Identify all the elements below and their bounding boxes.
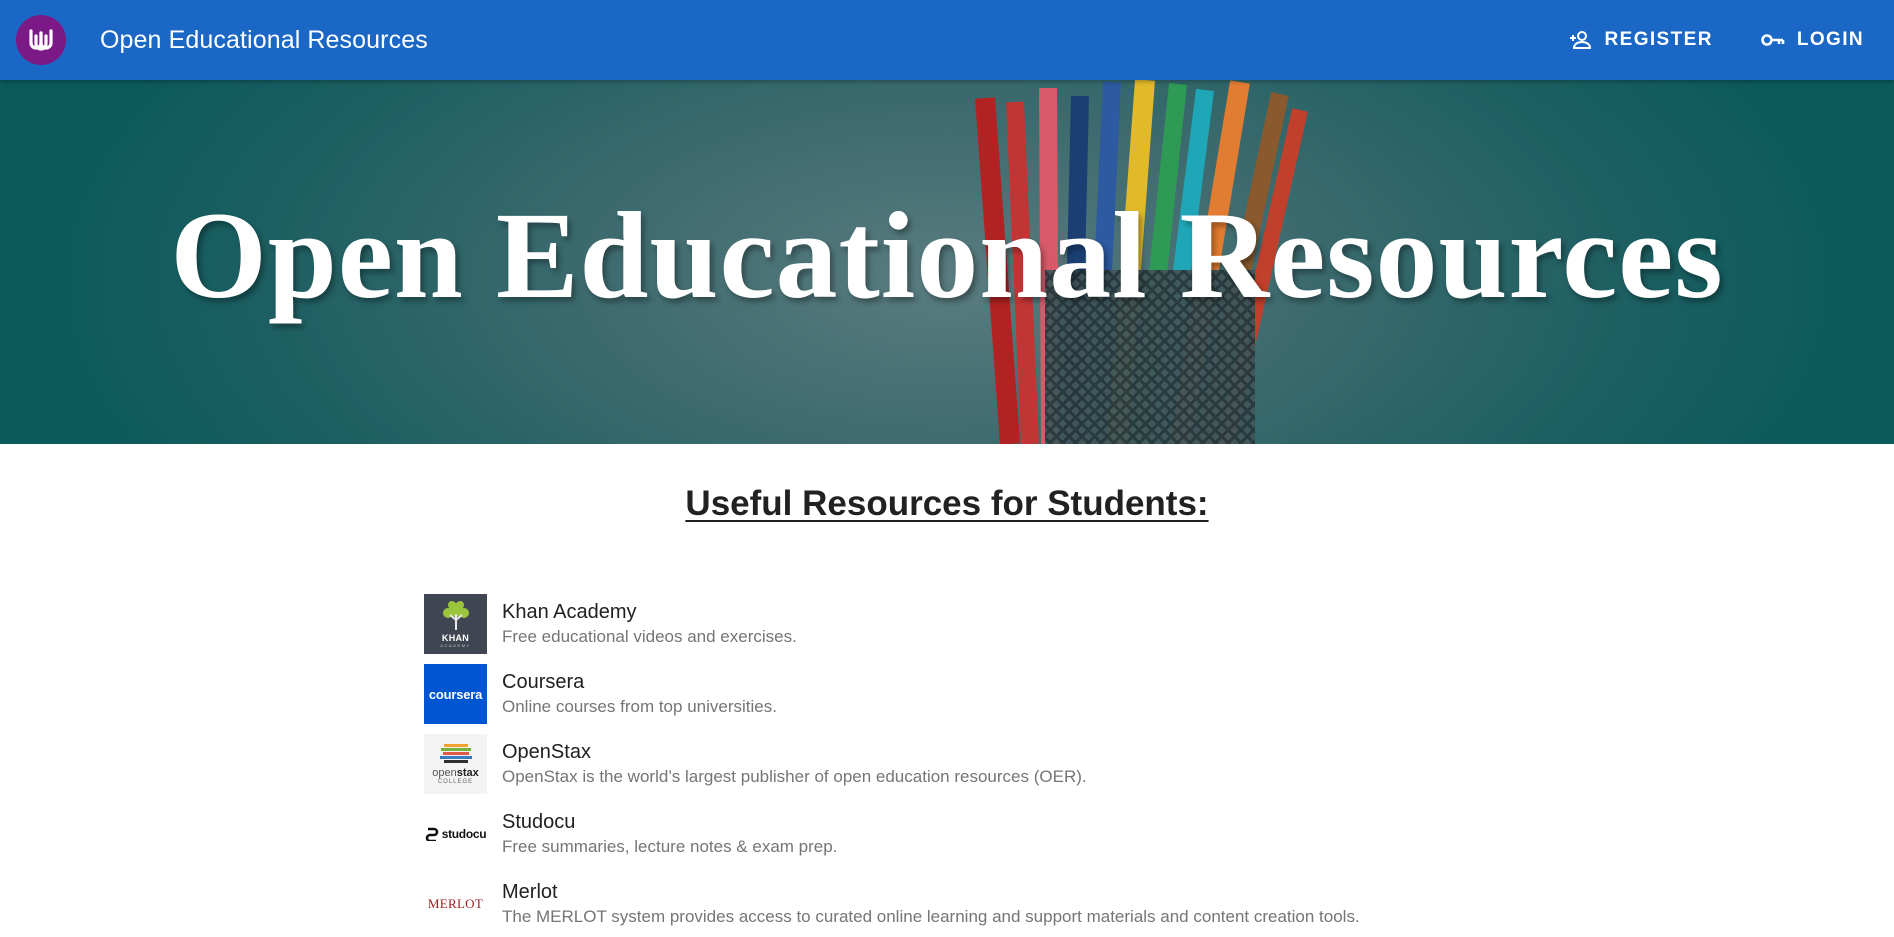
section-title: Useful Resources for Students: <box>685 484 1209 523</box>
resource-description: Free summaries, lecture notes & exam pre… <box>502 837 838 856</box>
resource-description: Online courses from top universities. <box>502 697 777 716</box>
register-button[interactable]: REGISTER <box>1555 21 1727 59</box>
openstax-logo: openstax COLLEGE <box>424 734 487 794</box>
khan-logo-text: KHAN <box>441 633 470 643</box>
resource-name: Studocu <box>502 811 576 833</box>
register-label: REGISTER <box>1604 29 1713 50</box>
resource-description: OpenStax is the world’s largest publishe… <box>502 767 1087 786</box>
login-label: LOGIN <box>1796 29 1864 50</box>
openstax-logo-text-a: open <box>432 766 457 779</box>
openstax-logo-text-b: stax <box>456 766 479 779</box>
university-logo-icon[interactable] <box>16 15 66 65</box>
resource-name: OpenStax <box>502 741 591 763</box>
resource-list: KHAN ACADEMY Khan Academy Free education… <box>424 591 1894 937</box>
merlot-logo: MERLOT <box>424 874 487 934</box>
tree-icon <box>442 601 469 630</box>
app-title[interactable]: Open Educational Resources <box>100 26 428 55</box>
resource-item-coursera[interactable]: coursera Coursera Online courses from to… <box>424 661 1894 727</box>
key-icon <box>1761 33 1785 47</box>
app-bar: Open Educational Resources REGISTER LOGI… <box>0 0 1894 80</box>
resource-text: Merlot The MERLOT system provides access… <box>502 880 1360 928</box>
khan-logo-subtext: ACADEMY <box>440 643 471 648</box>
resource-item-merlot[interactable]: MERLOT Merlot The MERLOT system provides… <box>424 871 1894 937</box>
main-content: Useful Resources for Students: KHAN ACAD… <box>0 484 1894 937</box>
studocu-logo: studocu <box>424 804 487 864</box>
openstax-logo-text: openstax <box>432 766 479 779</box>
coursera-logo: coursera <box>424 664 487 724</box>
studocu-logo-text: studocu <box>441 827 487 841</box>
hero-title: Open Educational Resources <box>170 187 1724 324</box>
resource-text: OpenStax OpenStax is the world’s largest… <box>502 740 1087 788</box>
resource-text: Khan Academy Free educational videos and… <box>502 600 797 648</box>
resource-item-openstax[interactable]: openstax COLLEGE OpenStax OpenStax is th… <box>424 731 1894 797</box>
studocu-mark-icon <box>425 827 438 841</box>
resource-name: Coursera <box>502 671 585 693</box>
resource-text: Studocu Free summaries, lecture notes & … <box>502 810 837 858</box>
person-add-icon <box>1569 30 1593 50</box>
resource-description: Free educational videos and exercises. <box>502 627 797 646</box>
hero-banner: Open Educational Resources <box>0 80 1894 444</box>
book-stack-icon <box>439 743 472 763</box>
openstax-logo-subtext: COLLEGE <box>437 778 474 785</box>
khan-academy-logo: KHAN ACADEMY <box>424 594 487 654</box>
resource-text: Coursera Online courses from top univers… <box>502 670 777 718</box>
resource-name: Merlot <box>502 881 558 903</box>
coursera-logo-text: coursera <box>428 686 483 702</box>
resource-item-khan-academy[interactable]: KHAN ACADEMY Khan Academy Free education… <box>424 591 1894 657</box>
resource-item-studocu[interactable]: studocu Studocu Free summaries, lecture … <box>424 801 1894 867</box>
resource-description: The MERLOT system provides access to cur… <box>502 907 1360 926</box>
login-button[interactable]: LOGIN <box>1747 21 1878 59</box>
resource-name: Khan Academy <box>502 601 637 623</box>
